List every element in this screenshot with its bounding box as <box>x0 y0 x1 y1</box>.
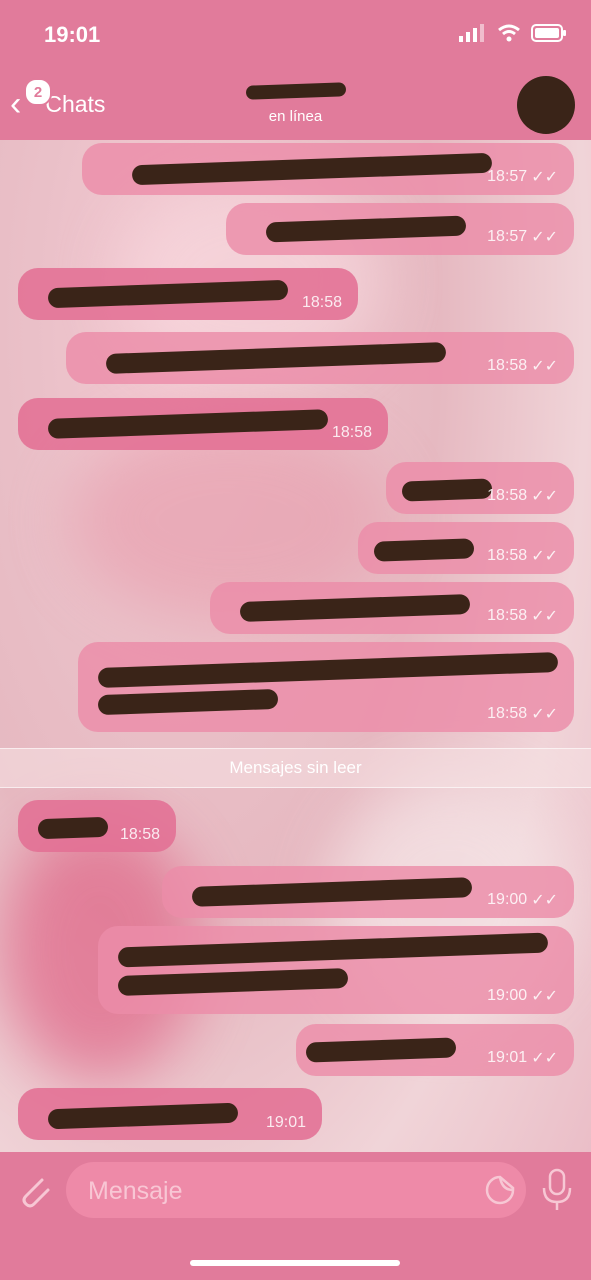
message-input[interactable] <box>86 1162 470 1220</box>
system-icons <box>459 24 567 42</box>
double-check-icon: ✓✓ <box>531 488 558 505</box>
message-meta: 18:58 ✓✓ <box>487 357 558 375</box>
double-check-icon: ✓✓ <box>531 358 558 375</box>
paperclip-icon <box>22 1178 50 1208</box>
back-label: Chats <box>45 90 106 117</box>
double-check-icon: ✓✓ <box>531 608 558 625</box>
message-meta: 19:01 <box>265 1114 306 1131</box>
message-bubble[interactable]: 18:57 ✓✓ <box>82 143 574 195</box>
battery-icon <box>531 24 566 42</box>
message-meta: 18:58 <box>331 424 372 441</box>
double-check-icon: ✓✓ <box>531 169 558 186</box>
message-bubble[interactable]: 19:00 ✓✓ <box>98 926 574 1014</box>
message-meta: 19:01 ✓✓ <box>487 1049 558 1067</box>
message-bubble[interactable]: 18:58 ✓✓ <box>78 642 574 732</box>
unread-divider: Mensajes sin leer <box>0 748 591 788</box>
sticker-button[interactable] <box>484 1174 516 1206</box>
message-bubble[interactable]: 18:57 ✓✓ <box>226 203 574 255</box>
message-meta: 19:00 ✓✓ <box>487 891 558 909</box>
message-meta: 18:58 <box>119 826 160 843</box>
message-meta: 18:58 ✓✓ <box>487 607 558 625</box>
chat-title-area[interactable]: en línea <box>180 80 411 125</box>
double-check-icon: ✓✓ <box>531 706 558 723</box>
unread-badge: 2 <box>24 78 52 106</box>
double-check-icon: ✓✓ <box>531 988 558 1005</box>
message-bubble[interactable]: 18:58 ✓✓ <box>66 332 574 384</box>
avatar[interactable] <box>517 76 575 134</box>
message-bubble[interactable]: 19:01 <box>18 1088 322 1140</box>
message-bubble[interactable]: 18:58 <box>18 268 358 320</box>
contact-name-redacted <box>180 80 411 106</box>
message-meta: 19:00 ✓✓ <box>487 987 558 1005</box>
message-bubble[interactable]: 18:58 <box>18 800 176 852</box>
message-meta: 18:58 <box>301 294 342 311</box>
message-bubble[interactable]: 18:58 ✓✓ <box>386 462 574 514</box>
message-meta: 18:58 ✓✓ <box>487 487 558 505</box>
sticker-icon <box>485 1175 515 1205</box>
microphone-icon <box>542 1168 572 1210</box>
message-meta: 18:58 ✓✓ <box>487 547 558 565</box>
double-check-icon: ✓✓ <box>531 892 558 909</box>
double-check-icon: ✓✓ <box>531 548 558 565</box>
message-bubble[interactable]: 19:01 ✓✓ <box>296 1024 574 1076</box>
message-field[interactable] <box>66 1162 526 1220</box>
wifi-icon <box>498 24 520 42</box>
message-meta: 18:58 ✓✓ <box>487 705 558 723</box>
voice-button[interactable] <box>539 1168 575 1212</box>
message-bubble[interactable]: 18:58 ✓✓ <box>358 522 574 574</box>
online-status: en línea <box>268 108 323 125</box>
signal-icon <box>459 24 484 42</box>
message-meta: 18:57 ✓✓ <box>487 168 558 186</box>
chat-header: ‹ 2 Chats en línea <box>0 70 591 140</box>
home-indicator[interactable] <box>190 1260 400 1266</box>
back-button[interactable]: ‹ 2 Chats <box>10 78 106 124</box>
message-bubble[interactable]: 19:00 ✓✓ <box>162 866 574 918</box>
chevron-left-icon: ‹ <box>10 85 22 123</box>
message-bubble[interactable]: 18:58 ✓✓ <box>210 582 574 634</box>
attach-button[interactable] <box>14 1170 54 1210</box>
status-bar: 19:01 <box>0 0 591 70</box>
message-bubble[interactable]: 18:58 <box>18 398 388 450</box>
status-time: 19:01 <box>44 22 101 47</box>
message-meta: 18:57 ✓✓ <box>487 228 558 246</box>
double-check-icon: ✓✓ <box>531 1050 558 1067</box>
double-check-icon: ✓✓ <box>531 229 558 246</box>
